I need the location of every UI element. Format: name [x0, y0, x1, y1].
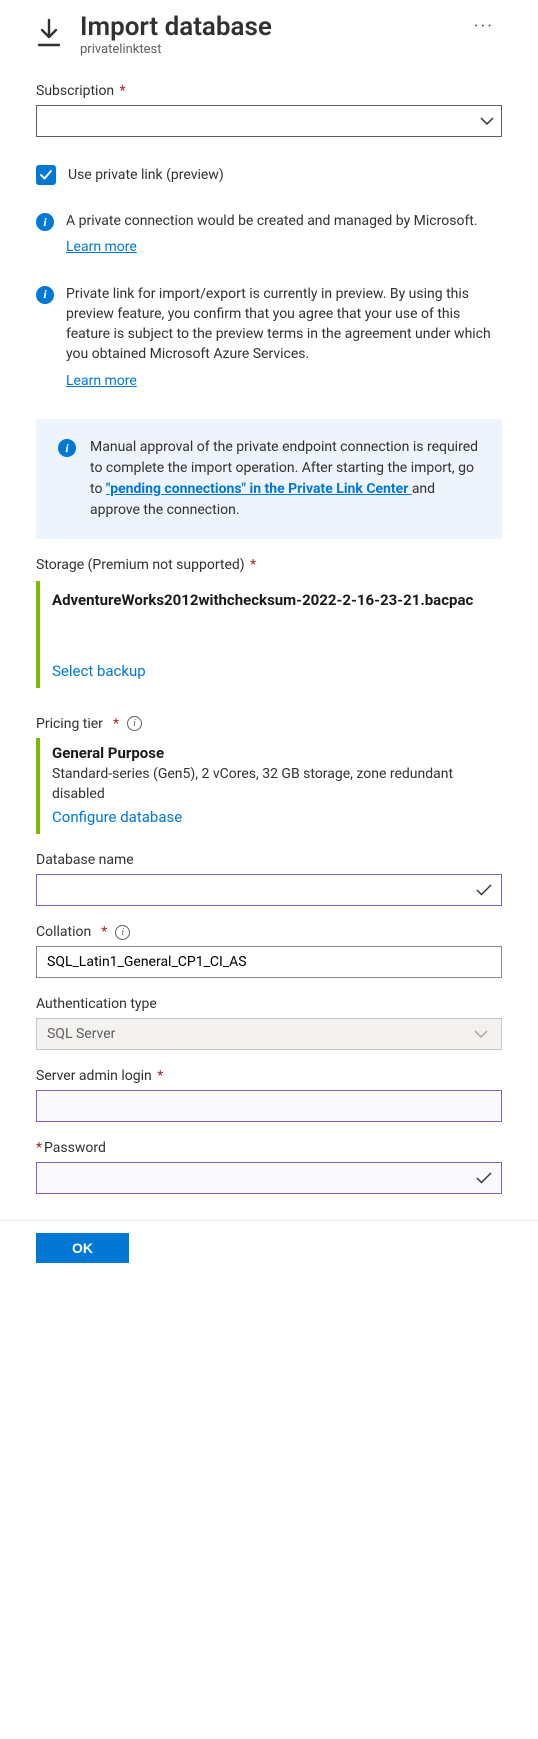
- pricing-label-text: Pricing tier: [36, 716, 103, 732]
- server-login-input[interactable]: [36, 1090, 502, 1122]
- storage-label: Storage (Premium not supported) *: [36, 557, 502, 573]
- info-text-1: A private connection would be created an…: [66, 211, 478, 258]
- storage-section: Storage (Premium not supported) * Advent…: [0, 557, 538, 688]
- collation-section: Collation * i: [0, 924, 538, 978]
- server-login-label-text: Server admin login: [36, 1068, 152, 1084]
- database-name-section: Database name: [0, 852, 538, 906]
- collation-label-text: Collation: [36, 924, 91, 940]
- private-link-checkbox[interactable]: [36, 165, 56, 185]
- required-asterisk: *: [154, 1068, 164, 1084]
- database-name-label: Database name: [36, 852, 502, 868]
- subscription-dropdown-box[interactable]: [36, 105, 502, 137]
- server-login-section: Server admin login *: [0, 1068, 538, 1122]
- private-link-checkbox-row: Use private link (preview): [36, 165, 502, 185]
- auth-type-label: Authentication type: [36, 996, 502, 1012]
- password-section: *Password: [0, 1140, 538, 1194]
- pending-connections-link[interactable]: "pending connections" in the Private Lin…: [106, 481, 412, 497]
- help-icon[interactable]: i: [127, 716, 142, 731]
- pricing-value-block: General Purpose Standard-series (Gen5), …: [36, 738, 502, 835]
- more-actions-button[interactable]: ···: [466, 12, 502, 41]
- callout-text: Manual approval of the private endpoint …: [90, 437, 480, 521]
- blade-header: Import database privatelinktest ···: [0, 0, 538, 65]
- learn-more-link-1[interactable]: Learn more: [66, 237, 478, 257]
- required-asterisk: *: [101, 924, 107, 940]
- collation-input[interactable]: [36, 946, 502, 978]
- storage-label-text: Storage (Premium not supported): [36, 557, 245, 573]
- check-icon: [476, 884, 492, 896]
- collation-field-wrap: [36, 946, 502, 978]
- auth-type-section: Authentication type SQL Server: [0, 996, 538, 1050]
- import-icon: [36, 18, 62, 48]
- subscription-section: Subscription * Use private link (preview…: [0, 83, 538, 539]
- page-title: Import database: [80, 12, 272, 42]
- required-asterisk: *: [247, 557, 257, 573]
- database-name-field-wrap: [36, 874, 502, 906]
- check-icon: [476, 1172, 492, 1184]
- info-preview-disclaimer: i Private link for import/export is curr…: [36, 284, 502, 391]
- password-field-wrap: [36, 1162, 502, 1194]
- ok-button[interactable]: OK: [36, 1233, 129, 1263]
- page-subtitle: privatelinktest: [80, 42, 272, 57]
- info-text-2-body: Private link for import/export is curren…: [66, 286, 491, 363]
- info-icon: i: [58, 439, 76, 457]
- pricing-tier-desc: Standard-series (Gen5), 2 vCores, 32 GB …: [52, 764, 490, 805]
- server-login-label: Server admin login *: [36, 1068, 502, 1084]
- info-private-connection: i A private connection would be created …: [36, 211, 502, 258]
- header-text: Import database privatelinktest: [80, 12, 272, 57]
- required-asterisk: *: [36, 1140, 42, 1156]
- collation-label-row: Collation * i: [36, 924, 502, 940]
- select-backup-link[interactable]: Select backup: [52, 662, 146, 680]
- info-icon: i: [36, 213, 54, 231]
- server-login-field-wrap: [36, 1090, 502, 1122]
- password-label-text: Password: [44, 1140, 106, 1156]
- info-text-1-body: A private connection would be created an…: [66, 213, 478, 229]
- info-icon: i: [36, 286, 54, 304]
- help-icon[interactable]: i: [115, 925, 130, 940]
- footer-divider: [0, 1220, 538, 1221]
- required-asterisk: *: [116, 83, 126, 99]
- storage-value-block: AdventureWorks2012withchecksum-2022-2-16…: [36, 581, 502, 688]
- password-input[interactable]: [36, 1162, 502, 1194]
- private-link-checkbox-label: Use private link (preview): [68, 167, 224, 183]
- database-name-input[interactable]: [36, 874, 502, 906]
- pricing-tier-title: General Purpose: [52, 744, 490, 762]
- subscription-dropdown[interactable]: [36, 105, 502, 137]
- auth-type-dropdown[interactable]: SQL Server: [36, 1018, 502, 1050]
- password-label: *Password: [36, 1140, 502, 1156]
- manual-approval-callout: i Manual approval of the private endpoin…: [36, 419, 502, 539]
- auth-type-value[interactable]: SQL Server: [36, 1018, 502, 1050]
- required-asterisk: *: [113, 716, 119, 732]
- subscription-label: Subscription *: [36, 83, 502, 99]
- pricing-label-row: Pricing tier * i: [36, 716, 502, 732]
- info-text-2: Private link for import/export is curren…: [66, 284, 502, 391]
- storage-file-name: AdventureWorks2012withchecksum-2022-2-16…: [52, 589, 490, 612]
- pricing-section: Pricing tier * i General Purpose Standar…: [0, 716, 538, 835]
- subscription-label-text: Subscription: [36, 83, 114, 99]
- learn-more-link-2[interactable]: Learn more: [66, 371, 502, 391]
- configure-database-link[interactable]: Configure database: [52, 808, 182, 826]
